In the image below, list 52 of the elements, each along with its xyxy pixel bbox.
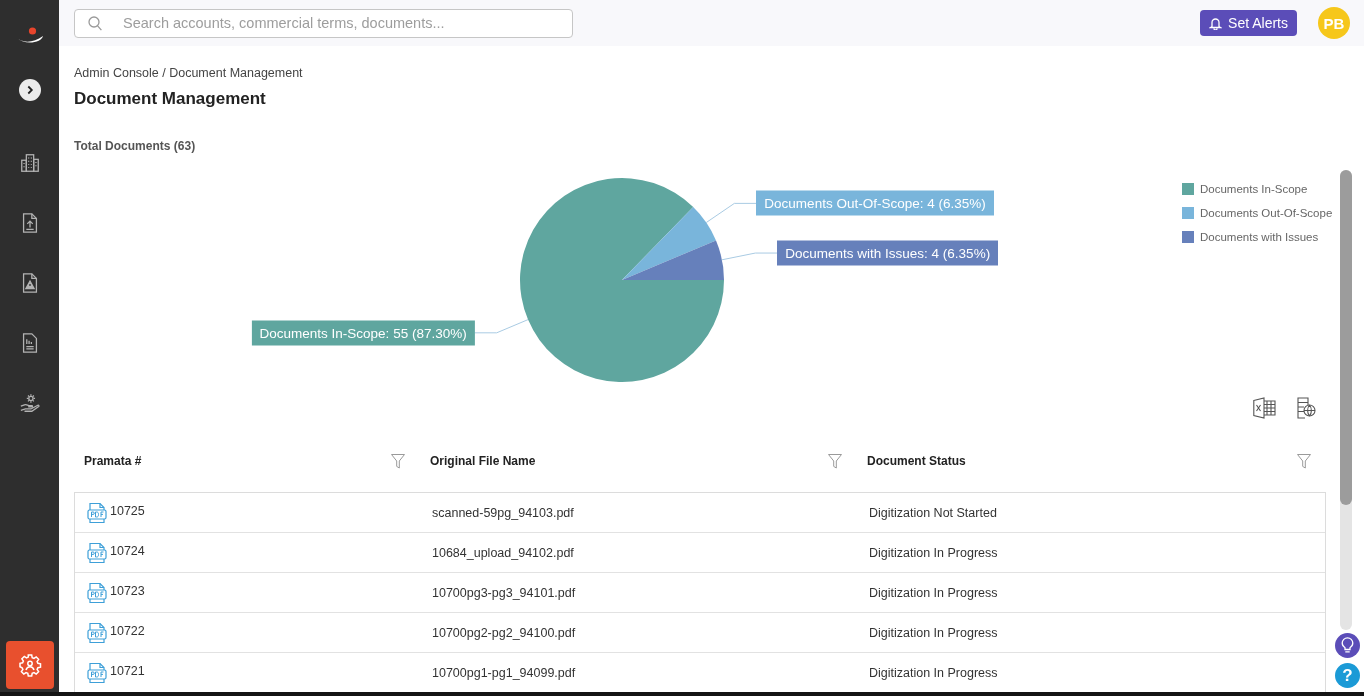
data-label: Documents In-Scope: 55 (87.30%) <box>251 320 475 346</box>
legend-label[interactable]: Documents with Issues <box>1200 231 1319 243</box>
file-name: 10684_upload_94102.pdf <box>432 545 574 560</box>
set-alerts-button[interactable]: Set Alerts <box>1200 10 1297 36</box>
pdf-file-icon <box>87 662 107 684</box>
pdf-file-icon <box>87 542 107 564</box>
table-globe-icon[interactable] <box>1297 397 1316 419</box>
search-field[interactable]: Search accounts, commercial terms, documents... <box>74 8 573 38</box>
document-status: Digitization In Progress <box>869 545 998 560</box>
buildings-icon[interactable] <box>18 152 41 174</box>
pdf-file-icon <box>87 582 107 604</box>
data-label: Documents Out-Of-Scope: 4 (6.35%) <box>756 190 994 216</box>
column-header[interactable]: Pramata # <box>84 454 142 468</box>
pdf-file-icon <box>87 502 107 524</box>
filter-icon[interactable] <box>1297 453 1311 469</box>
hand-gear-icon[interactable] <box>18 392 41 414</box>
leader-line <box>474 319 529 334</box>
document-status: Digitization In Progress <box>869 625 998 640</box>
file-name: 10700pg3-pg3_94101.pdf <box>432 585 576 600</box>
file-name: 10700pg1-pg1_94099.pdf <box>432 665 576 680</box>
document-id[interactable]: 10721 <box>110 662 145 680</box>
breadcrumb: Admin Console / Document Management <box>74 66 304 80</box>
legend-label[interactable]: Documents In-Scope <box>1200 183 1308 195</box>
scrollbar-thumb[interactable] <box>1340 170 1352 505</box>
column-header[interactable]: Original File Name <box>430 454 536 468</box>
document-status: Digitization In Progress <box>869 665 998 680</box>
data-label: Documents with Issues: 4 (6.35%) <box>777 240 999 266</box>
bell-icon <box>1209 16 1223 30</box>
admin-settings-button[interactable] <box>5 641 54 689</box>
page-title: Document Management <box>74 88 267 110</box>
leader-line <box>705 202 757 224</box>
file-name: scanned-59pg_94103.pdf <box>432 505 574 520</box>
leader-line <box>721 252 778 261</box>
file-name: 10700pg2-pg2_94100.pdf <box>432 625 576 640</box>
chart-title: Total Documents (63) <box>74 138 197 154</box>
document-id[interactable]: 10724 <box>110 542 145 560</box>
gear-person-icon <box>17 653 42 677</box>
spreadsheet-icon[interactable] <box>1253 397 1276 419</box>
search-icon <box>88 15 102 31</box>
document-id[interactable]: 10723 <box>110 582 145 600</box>
column-header[interactable]: Document Status <box>867 454 966 468</box>
document-id[interactable]: 10725 <box>110 502 145 520</box>
scrollbar-track[interactable] <box>1340 170 1352 630</box>
pdf-file-icon <box>87 622 107 644</box>
document-status: Digitization Not Started <box>869 505 997 520</box>
filter-icon[interactable] <box>828 453 842 469</box>
document-status: Digitization In Progress <box>869 585 998 600</box>
lightbulb-icon[interactable] <box>1335 633 1360 658</box>
document-id[interactable]: 10722 <box>110 622 145 640</box>
expand-chevron-icon[interactable] <box>18 79 41 101</box>
legend-label[interactable]: Documents Out-Of-Scope <box>1200 207 1333 219</box>
filter-icon[interactable] <box>391 453 405 469</box>
